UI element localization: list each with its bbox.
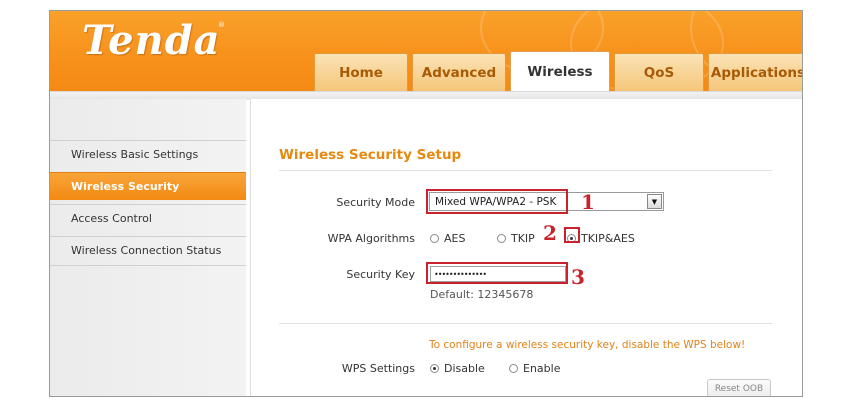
- security-key-label: Security Key: [346, 268, 415, 281]
- router-admin-window: Tenda ® Home Advanced Wireless QoS Appli…: [49, 10, 803, 397]
- reset-oob-button[interactable]: Reset OOB: [707, 379, 771, 396]
- annotation-marker-3: 3: [571, 265, 585, 289]
- section-divider: [279, 323, 772, 324]
- radio-aes-label: AES: [444, 232, 466, 245]
- sidebar-item-access-control[interactable]: Access Control: [50, 204, 246, 232]
- tab-advanced[interactable]: Advanced: [412, 53, 506, 91]
- radio-icon[interactable]: [430, 364, 439, 373]
- radio-icon[interactable]: [430, 234, 439, 243]
- radio-wps-disable[interactable]: Disable: [430, 362, 485, 375]
- wps-settings-label: WPS Settings: [341, 362, 415, 375]
- tab-home[interactable]: Home: [314, 53, 408, 91]
- radio-tkip-aes-label: TKIP&AES: [581, 232, 635, 245]
- radio-icon[interactable]: [509, 364, 518, 373]
- radio-icon[interactable]: [497, 234, 506, 243]
- wpa-algorithms-label: WPA Algorithms: [327, 232, 415, 245]
- tab-applications[interactable]: Applications: [708, 53, 802, 91]
- header-bar: Tenda ® Home Advanced Wireless QoS Appli…: [50, 11, 802, 95]
- chevron-down-icon[interactable]: ▼: [647, 194, 662, 209]
- sidebar-item-label: Access Control: [71, 212, 152, 225]
- wps-warning-text: To configure a wireless security key, di…: [429, 339, 746, 351]
- annotation-marker-2: 2: [543, 221, 557, 245]
- security-mode-label: Security Mode: [336, 196, 415, 209]
- radio-tkip[interactable]: TKIP: [497, 232, 535, 245]
- annotation-box-2: [564, 227, 580, 243]
- radio-tkip-label: TKIP: [511, 232, 535, 245]
- radio-wps-enable[interactable]: Enable: [509, 362, 560, 375]
- annotation-marker-1: 1: [581, 190, 595, 214]
- sidebar: Wireless Basic Settings Wireless Securit…: [50, 99, 246, 396]
- sidebar-item-basic-settings[interactable]: Wireless Basic Settings: [50, 140, 246, 168]
- radio-wps-disable-label: Disable: [444, 362, 485, 375]
- main-content: Wireless Security Setup Security Mode Mi…: [250, 99, 802, 396]
- sidebar-item-wireless-security[interactable]: Wireless Security: [50, 172, 246, 200]
- sidebar-item-label: Wireless Basic Settings: [71, 148, 199, 161]
- radio-aes[interactable]: AES: [430, 232, 465, 245]
- tab-qos[interactable]: QoS: [614, 53, 704, 91]
- tab-wireless[interactable]: Wireless: [510, 51, 610, 91]
- annotation-box-1: [426, 189, 568, 214]
- page-title: Wireless Security Setup: [279, 147, 462, 163]
- title-divider: [279, 170, 772, 171]
- annotation-box-3: [426, 262, 568, 284]
- brand-logo: Tenda: [82, 17, 221, 64]
- sidebar-divider: [50, 265, 246, 266]
- radio-wps-enable-label: Enable: [523, 362, 561, 375]
- security-key-default-hint: Default: 12345678: [430, 288, 534, 301]
- registered-mark: ®: [218, 21, 225, 29]
- sidebar-item-label: Wireless Security: [71, 180, 180, 193]
- sidebar-item-label: Wireless Connection Status: [71, 244, 222, 257]
- sidebar-item-connection-status[interactable]: Wireless Connection Status: [50, 236, 246, 264]
